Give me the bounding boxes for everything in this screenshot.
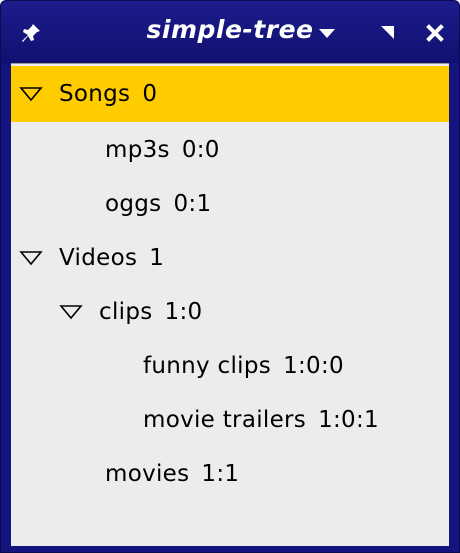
menu-down-icon[interactable]: [313, 19, 341, 47]
tree-row-mp3s[interactable]: mp3s 0:0: [11, 122, 449, 178]
tree-row-path: 1:0: [164, 299, 203, 325]
titlebar[interactable]: simple-tree: [1, 1, 459, 63]
tree-row-clips[interactable]: clips 1:0: [11, 284, 449, 340]
tree-row-path: 1:0:1: [318, 407, 379, 433]
tree-row-label: movies: [105, 461, 190, 487]
tree-row-oggs[interactable]: oggs 0:1: [11, 176, 449, 232]
tree-row-videos[interactable]: Videos 1: [11, 230, 449, 286]
tree-view[interactable]: Songs 0 mp3s 0:0 oggs 0:1 Videos 1 clips…: [11, 63, 449, 546]
shade-icon[interactable]: [373, 19, 401, 47]
close-icon[interactable]: [421, 19, 449, 47]
tree-row-path: 1:1: [201, 461, 240, 487]
tree-row-path: 0: [142, 81, 158, 107]
tree-row-songs[interactable]: Songs 0: [11, 66, 449, 122]
tree-row-label: funny clips: [143, 353, 272, 379]
tree-row-path: 0:1: [173, 191, 212, 217]
tree-row-path: 1:0:0: [283, 353, 344, 379]
tree-row-funny-clips[interactable]: funny clips 1:0:0: [11, 338, 449, 394]
expander-expanded-icon[interactable]: [17, 248, 45, 268]
tree-row-label: movie trailers: [143, 407, 307, 433]
tree-row-path: 0:0: [181, 137, 220, 163]
tree-row-label: clips: [99, 299, 153, 325]
expander-expanded-icon[interactable]: [57, 302, 85, 322]
tree-row-label: Videos: [59, 245, 138, 271]
tree-row-label: mp3s: [105, 137, 170, 163]
expander-expanded-icon[interactable]: [17, 84, 45, 104]
tree-row-path: 1: [149, 245, 165, 271]
tree-row-label: oggs: [105, 191, 162, 217]
tree-row-label: Songs: [59, 81, 131, 107]
tree-row-movies[interactable]: movies 1:1: [11, 446, 449, 502]
tree-row-movie-trailers[interactable]: movie trailers 1:0:1: [11, 392, 449, 448]
app-window: simple-tree Songs 0 mp3s 0:0 oggs 0:1 Vi…: [0, 0, 460, 553]
